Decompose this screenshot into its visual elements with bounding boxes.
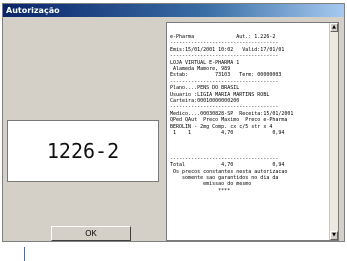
receipt-panel[interactable]: e-Pharma Aut.: 1.226-2 ------------------… xyxy=(166,22,339,241)
focus-indicator xyxy=(24,247,25,261)
authorization-window: Autorização 1226-2 OK e-Pharma Aut.: 1.2… xyxy=(2,3,345,242)
window-title: Autorização xyxy=(3,4,344,17)
receipt-scrollbar[interactable]: ▲ ▼ xyxy=(329,23,338,240)
arrow-down-icon[interactable]: ▼ xyxy=(330,231,338,240)
receipt-line: **** xyxy=(170,187,231,194)
receipt-text: e-Pharma Aut.: 1.226-2 ------------------… xyxy=(170,34,330,194)
authorization-code-display: 1226-2 xyxy=(7,120,159,182)
arrow-up-icon[interactable]: ▲ xyxy=(330,23,338,32)
ok-button[interactable]: OK xyxy=(51,226,131,241)
